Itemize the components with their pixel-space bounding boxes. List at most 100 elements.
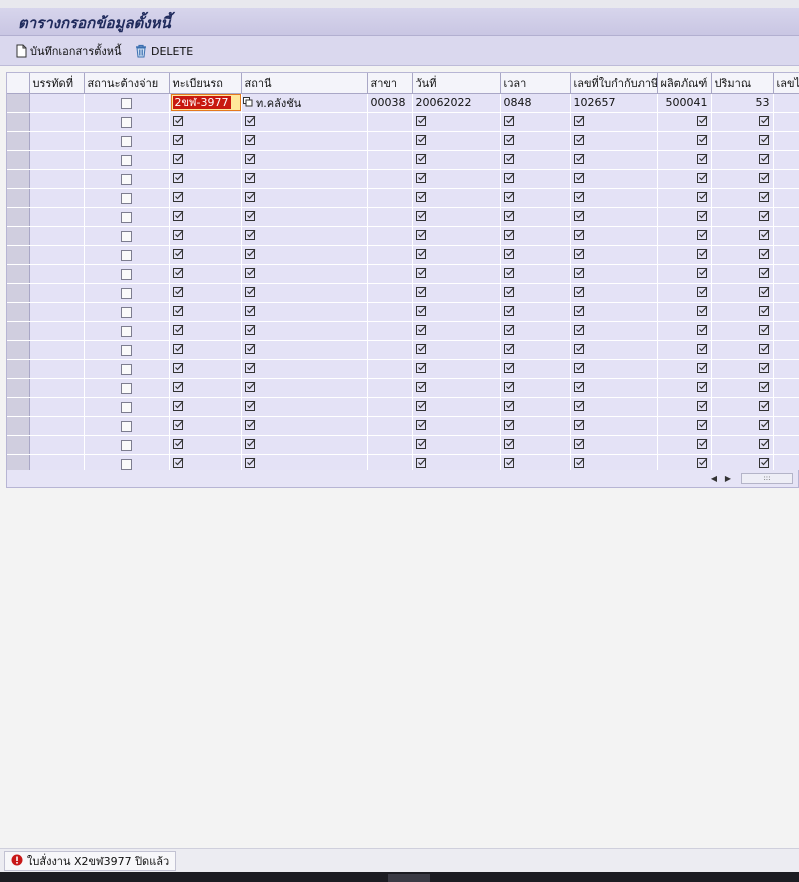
cell-time[interactable] [500,435,571,455]
cell-time[interactable] [500,188,571,208]
cell-quantity[interactable] [711,454,774,470]
cell-line-no[interactable] [29,188,85,208]
row-selector[interactable] [7,321,30,341]
cell-line-no[interactable] [29,321,85,341]
cell-station[interactable] [241,112,368,132]
status-checkbox[interactable] [121,420,132,432]
status-checkbox[interactable] [121,268,132,280]
cell-tax-invoice[interactable] [570,112,658,132]
vehicle-input[interactable]: 2ขฬ-3977 [170,94,240,111]
cell-branch[interactable] [367,321,413,341]
cell-vehicle[interactable] [169,188,242,208]
cell-station[interactable] [241,188,368,208]
cell-quantity[interactable] [711,302,774,322]
cell-branch[interactable] [367,397,413,417]
cell-outstanding-status[interactable] [84,150,170,170]
cell-meter-no[interactable] [773,169,799,189]
cell-branch[interactable] [367,435,413,455]
cell-vehicle[interactable] [169,435,242,455]
col-header-station[interactable]: สถานี [241,73,368,94]
cell-meter-no[interactable] [773,264,799,284]
row-selector[interactable] [7,397,30,417]
cell-vehicle[interactable] [169,302,242,322]
cell-date[interactable] [412,340,501,360]
cell-line-no[interactable] [29,226,85,246]
cell-date[interactable] [412,188,501,208]
col-header-product[interactable]: ผลิตภัณฑ์ [657,73,712,94]
row-selector-header[interactable] [7,73,30,94]
cell-vehicle[interactable] [169,378,242,398]
cell-time[interactable] [500,283,571,303]
row-selector[interactable] [7,245,30,265]
cell-vehicle[interactable] [169,150,242,170]
cell-outstanding-status[interactable] [84,321,170,341]
cell-tax-invoice[interactable]: 102657 [570,93,658,113]
cell-date[interactable] [412,397,501,417]
cell-tax-invoice[interactable] [570,207,658,227]
cell-date[interactable] [412,112,501,132]
cell-product[interactable] [657,416,712,436]
scroll-right-icon[interactable]: ▶ [721,472,735,485]
status-checkbox[interactable] [121,344,132,356]
cell-station[interactable] [241,150,368,170]
cell-date[interactable] [412,131,501,151]
cell-date[interactable]: 20062022 [412,93,501,113]
status-checkbox[interactable] [121,192,132,204]
cell-vehicle[interactable] [169,226,242,246]
cell-date[interactable] [412,283,501,303]
cell-quantity[interactable] [711,416,774,436]
cell-vehicle[interactable] [169,416,242,436]
cell-branch[interactable] [367,283,413,303]
cell-line-no[interactable] [29,169,85,189]
cell-outstanding-status[interactable] [84,397,170,417]
status-checkbox[interactable] [121,230,132,242]
cell-time[interactable] [500,397,571,417]
cell-tax-invoice[interactable] [570,321,658,341]
cell-branch[interactable] [367,245,413,265]
row-selector[interactable] [7,112,30,132]
cell-station[interactable] [241,435,368,455]
cell-branch[interactable] [367,378,413,398]
cell-tax-invoice[interactable] [570,397,658,417]
cell-station[interactable] [241,283,368,303]
cell-station[interactable] [241,226,368,246]
row-selector[interactable] [7,378,30,398]
cell-meter-no[interactable] [773,245,799,265]
cell-branch[interactable] [367,416,413,436]
cell-line-no[interactable] [29,302,85,322]
cell-date[interactable] [412,226,501,246]
cell-tax-invoice[interactable] [570,131,658,151]
cell-time[interactable] [500,340,571,360]
cell-quantity[interactable] [711,340,774,360]
cell-product[interactable] [657,378,712,398]
cell-tax-invoice[interactable] [570,226,658,246]
cell-product[interactable] [657,150,712,170]
cell-tax-invoice[interactable] [570,188,658,208]
cell-tax-invoice[interactable] [570,416,658,436]
row-selector[interactable] [7,264,30,284]
col-header-meter-no[interactable]: เลขไม [773,73,799,94]
col-header-time[interactable]: เวลา [500,73,571,94]
cell-time[interactable] [500,150,571,170]
cell-date[interactable] [412,245,501,265]
cell-quantity[interactable] [711,435,774,455]
cell-product[interactable] [657,340,712,360]
cell-product[interactable] [657,302,712,322]
cell-outstanding-status[interactable] [84,245,170,265]
cell-station[interactable] [241,264,368,284]
cell-time[interactable] [500,359,571,379]
cell-line-no[interactable] [29,131,85,151]
cell-date[interactable] [412,359,501,379]
cell-station[interactable] [241,245,368,265]
cell-station[interactable] [241,397,368,417]
cell-station[interactable] [241,321,368,341]
cell-outstanding-status[interactable] [84,188,170,208]
status-checkbox[interactable] [121,97,132,109]
cell-meter-no[interactable] [773,112,799,132]
cell-date[interactable] [412,435,501,455]
row-selector[interactable] [7,188,30,208]
cell-outstanding-status[interactable] [84,93,170,113]
cell-outstanding-status[interactable] [84,359,170,379]
cell-branch[interactable] [367,169,413,189]
cell-vehicle[interactable] [169,359,242,379]
